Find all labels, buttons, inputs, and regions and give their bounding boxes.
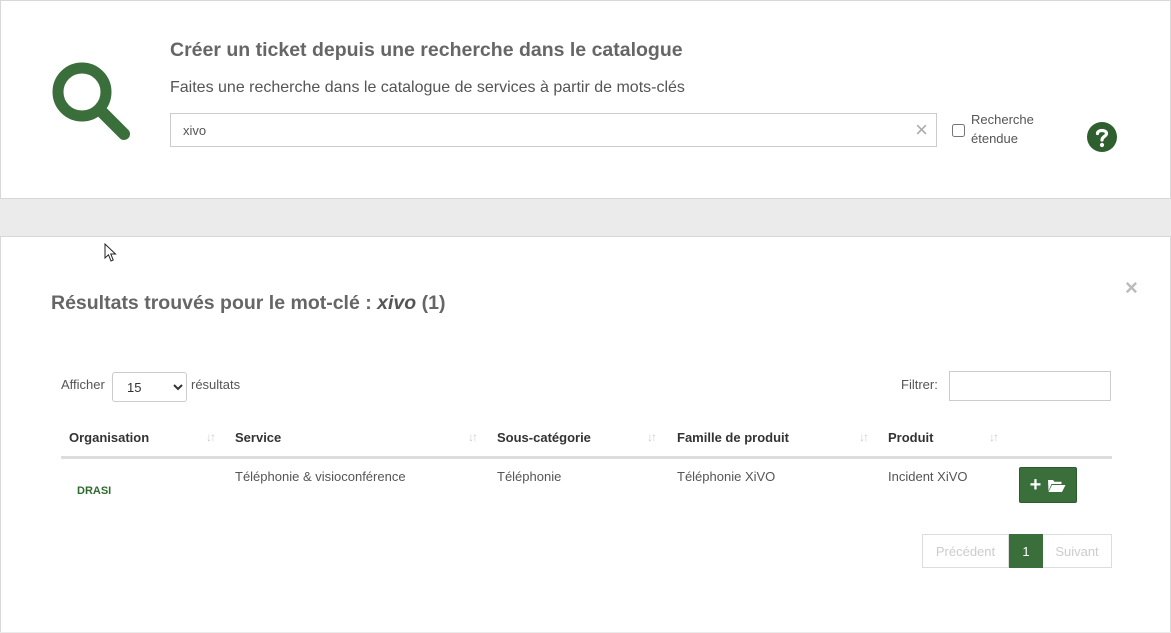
results-label: résultats [191,377,241,392]
sort-icon[interactable]: ↓↑ [859,430,869,444]
page-title: Créer un ticket depuis une recherche dan… [170,39,683,61]
results-title: Résultats trouvés pour le mot-clé : xivo… [51,292,445,315]
column-header-service[interactable]: Service [235,430,281,445]
search-input[interactable] [171,114,915,146]
sous-categorie-cell: Téléphonie [497,469,562,484]
column-header-produit[interactable]: Produit [888,430,934,445]
column-header-sous-categorie[interactable]: Sous-catégorie [497,430,591,445]
sort-icon[interactable]: ↓↑ [468,430,478,444]
organisation-cell: DRASI [77,485,112,497]
extended-search-checkbox[interactable] [952,124,965,137]
plus-icon: + [1029,474,1042,496]
page-subtitle: Faites une recherche dans le catalogue d… [170,79,685,96]
filter-input[interactable] [949,371,1111,401]
results-title-prefix: Résultats trouvés pour le mot-clé : [51,292,372,314]
page-size-select[interactable]: 15 [112,372,187,402]
table-header-divider [61,456,1112,459]
create-ticket-button[interactable]: + [1019,467,1077,503]
pagination-next-button[interactable]: Suivant [1043,534,1112,568]
results-count: (1) [421,292,446,314]
show-label: Afficher [61,377,105,392]
clear-icon[interactable]: × [915,118,928,142]
produit-cell: Incident XiVO [888,469,968,484]
pagination-page-button[interactable]: 1 [1009,534,1043,568]
sort-icon[interactable]: ↓↑ [647,430,657,444]
search-field[interactable]: × [170,113,937,147]
famille-cell: Téléphonie XiVO [677,469,776,484]
search-header-panel: Créer un ticket depuis une recherche dan… [0,0,1171,199]
results-keyword: xivo [377,292,417,314]
pagination: Précédent 1 Suivant [922,534,1112,568]
mouse-cursor-icon [104,243,117,262]
pagination-previous-button[interactable]: Précédent [922,534,1009,568]
sort-icon[interactable]: ↓↑ [206,430,216,444]
sort-icon[interactable]: ↓↑ [989,430,999,444]
folder-open-icon [1048,479,1066,492]
help-icon[interactable] [1086,121,1118,153]
service-cell: Téléphonie & visioconférence [235,469,406,484]
filter-label: Filtrer: [901,377,938,392]
column-header-famille[interactable]: Famille de produit [677,430,789,445]
results-panel: × Résultats trouvés pour le mot-clé : xi… [0,236,1171,632]
close-icon[interactable]: × [1125,275,1138,301]
search-icon [52,62,130,140]
column-header-organisation[interactable]: Organisation [69,430,149,445]
extended-search-label[interactable]: Recherche étendue [971,110,1051,148]
